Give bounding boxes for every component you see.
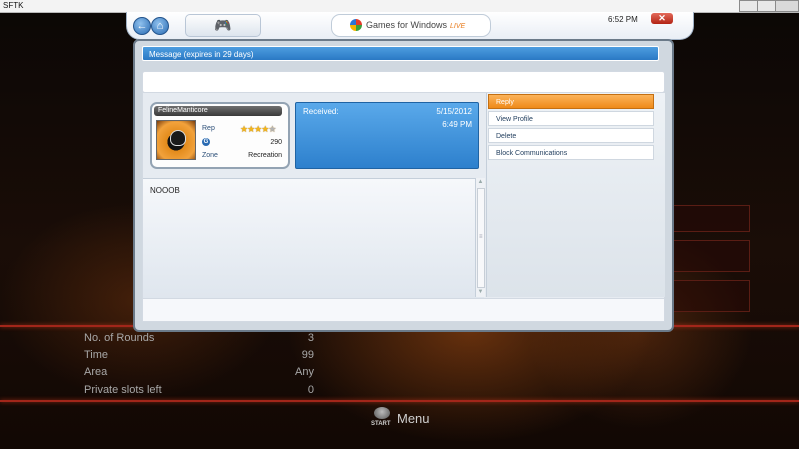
windows-orb-icon bbox=[350, 19, 362, 31]
received-label: Received: bbox=[303, 107, 339, 116]
setting-value: 99 bbox=[301, 349, 314, 361]
home-icon[interactable]: ⌂ bbox=[151, 17, 169, 35]
rep-stars: ★★★★★ bbox=[240, 124, 276, 135]
gamertag: FelineManticore bbox=[154, 106, 282, 116]
start-button-icon bbox=[374, 407, 390, 419]
scrollbar-thumb[interactable]: ≡ bbox=[477, 188, 485, 288]
scroll-up-icon[interactable]: ▲ bbox=[476, 178, 485, 187]
close-guide-button[interactable]: ✕ bbox=[651, 13, 673, 24]
message-scrollbar[interactable]: ▲ ≡ ▼ bbox=[475, 178, 485, 297]
zone-label: Zone bbox=[202, 152, 218, 159]
settings-row-private-slots: Private slots left 0 bbox=[84, 384, 314, 400]
settings-row-time: Time 99 bbox=[84, 349, 314, 365]
message-text: NOOOB bbox=[150, 186, 180, 195]
actions-panel: Reply View Profile Delete Block Communic… bbox=[486, 93, 665, 297]
side-panel-box bbox=[672, 240, 750, 272]
delete-button[interactable]: Delete bbox=[488, 128, 654, 143]
setting-value: 0 bbox=[307, 384, 314, 396]
avatar bbox=[156, 120, 196, 160]
controller-icon[interactable]: 🎮 bbox=[185, 14, 261, 37]
setting-label: Private slots left bbox=[84, 384, 162, 396]
message-header: Message (expires in 29 days) bbox=[142, 46, 659, 61]
gamerscore-icon: G bbox=[202, 138, 210, 146]
scroll-down-icon[interactable]: ▼ bbox=[476, 288, 485, 297]
message-body[interactable] bbox=[143, 178, 484, 298]
message-content: FelineManticore Rep ★★★★★ G 290 Zone Rec… bbox=[142, 92, 665, 299]
received-date: 5/15/2012 bbox=[436, 107, 472, 116]
side-panel-box bbox=[672, 280, 750, 312]
menu-label: Menu bbox=[397, 411, 430, 426]
setting-value: Any bbox=[295, 366, 314, 378]
block-communications-button[interactable]: Block Communications bbox=[488, 145, 654, 160]
view-profile-button[interactable]: View Profile bbox=[488, 111, 654, 126]
received-time: 6:49 PM bbox=[442, 120, 472, 129]
gfwl-guide-bar: ← ⌂ 🎮 Games for Windows LIVE 6:52 PM ✕ bbox=[126, 12, 694, 40]
minimize-button[interactable] bbox=[739, 0, 758, 12]
message-panel: Message (expires in 29 days) FelineManti… bbox=[133, 39, 674, 332]
setting-value: 3 bbox=[307, 332, 314, 344]
settings-row-area: Area Any bbox=[84, 366, 314, 382]
brand-text: Games for Windows bbox=[366, 20, 448, 30]
message-toolbar bbox=[142, 71, 665, 93]
maximize-button[interactable] bbox=[757, 0, 776, 12]
received-info: Received: 5/15/2012 6:49 PM bbox=[295, 102, 479, 169]
star-empty-icon: ★ bbox=[268, 124, 276, 134]
setting-label: No. of Rounds bbox=[84, 332, 155, 344]
clock: 6:52 PM bbox=[608, 15, 638, 24]
setting-label: Area bbox=[84, 366, 108, 378]
start-label: START bbox=[371, 421, 391, 427]
brand-live: LIVE bbox=[450, 23, 466, 30]
window-close-button[interactable] bbox=[775, 0, 799, 12]
reply-button[interactable]: Reply bbox=[488, 94, 654, 109]
gamerscore: 290 bbox=[270, 139, 282, 146]
window-title: SFTK bbox=[3, 1, 24, 10]
rep-label: Rep bbox=[202, 125, 215, 132]
skull-icon bbox=[170, 130, 186, 146]
setting-label: Time bbox=[84, 349, 109, 361]
settings-row-rounds: No. of Rounds 3 bbox=[84, 332, 314, 348]
gamercard[interactable]: FelineManticore Rep ★★★★★ G 290 Zone Rec… bbox=[150, 102, 290, 169]
side-panel-box bbox=[672, 205, 750, 232]
game-frame-line-bottom bbox=[0, 400, 799, 402]
games-for-windows-logo: Games for Windows LIVE bbox=[331, 14, 491, 37]
message-footer bbox=[142, 298, 665, 322]
zone-value: Recreation bbox=[248, 152, 282, 159]
back-arrow-icon[interactable]: ← bbox=[133, 17, 151, 35]
